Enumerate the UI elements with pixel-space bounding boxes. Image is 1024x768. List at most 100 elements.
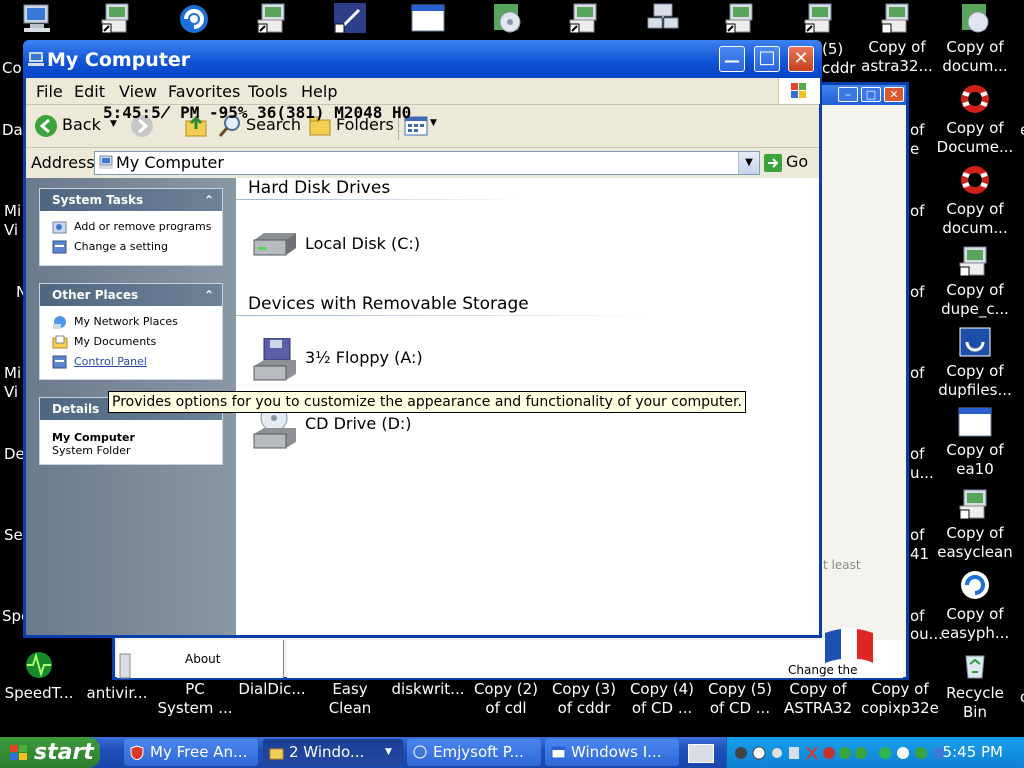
maximize-button[interactable]: □ — [754, 46, 780, 72]
shortcut-icon[interactable] — [803, 2, 837, 38]
desktop-icon[interactable]: antivir... — [80, 650, 154, 703]
group-divider — [236, 315, 656, 316]
chevron-down-icon: ▼ — [430, 118, 437, 128]
window-title: My Computer — [47, 49, 191, 71]
desktop-icon-label: DialDic... — [238, 680, 306, 698]
system-tasks-header[interactable]: System Tasks ⌃ — [40, 189, 222, 211]
taskbar-button[interactable]: 2 Windo... ▼ — [263, 739, 403, 766]
desktop-fragment-label: of — [910, 364, 925, 382]
refresh-app-icon — [961, 571, 989, 599]
taskbar-button-label: My Free An... — [150, 743, 248, 761]
desktop-icon[interactable]: Copy (3) of cddr — [545, 680, 623, 718]
desktop-icon-label: Copy (2) of cdl — [473, 680, 539, 717]
my-network-places-link[interactable]: My Network Places — [40, 312, 222, 332]
desktop-icon[interactable]: diskwrit... — [389, 680, 467, 699]
taskbar-button[interactable]: Emjysoft P... — [407, 739, 541, 766]
desktop-icon[interactable]: Copy of copixp32e — [857, 680, 943, 718]
desktop-icon[interactable]: Copy of docum... — [936, 164, 1014, 238]
address-label: Address — [31, 153, 95, 172]
desktop-fragment-label: Co — [2, 59, 22, 77]
group-divider — [236, 199, 526, 200]
desktop-icon[interactable]: Copy of easyclean — [936, 488, 1014, 562]
window-icon[interactable] — [411, 4, 445, 36]
refresh-app-icon[interactable] — [176, 2, 212, 40]
desktop-icon[interactable]: Copy (5) of CD ... — [701, 680, 779, 718]
app-icon — [959, 327, 991, 357]
collapse-chevron-icon[interactable]: ⌃ — [204, 284, 214, 306]
go-label: Go — [786, 152, 809, 171]
menu-view[interactable]: View — [119, 82, 157, 101]
collapse-chevron-icon[interactable]: ⌃ — [204, 189, 214, 211]
address-dropdown-button[interactable]: ▼ — [738, 152, 759, 174]
desktop-icon[interactable]: Copy of docum... — [936, 2, 1014, 76]
desktop-icon-label: Copy of ea10 — [946, 441, 1004, 478]
menu-favorites[interactable]: Favorites — [168, 82, 240, 101]
go-arrow-icon — [764, 154, 782, 172]
menu-help[interactable]: Help — [301, 82, 337, 101]
menu-file[interactable]: File — [36, 82, 63, 101]
menu-edit[interactable]: Edit — [74, 82, 105, 101]
desktop-icon-label: Copy of docum... — [942, 38, 1008, 75]
window-titlebar[interactable]: My Computer — □ ✕ — [23, 40, 822, 78]
control-panel-icon — [52, 355, 67, 369]
tray-icons[interactable] — [733, 744, 873, 762]
shortcut-icon[interactable] — [568, 2, 602, 38]
desktop-icon[interactable]: DialDic... — [233, 680, 311, 699]
desktop-fragment-label: of — [910, 283, 925, 301]
other-places-header[interactable]: Other Places ⌃ — [40, 284, 222, 306]
add-remove-programs-link[interactable]: Add or remove programs — [40, 217, 222, 237]
desktop-icon[interactable]: SpeedT... — [2, 650, 76, 703]
minimize-button[interactable]: — — [719, 46, 745, 72]
shortcut-icon[interactable] — [724, 2, 758, 38]
cd-app-icon[interactable] — [490, 2, 524, 38]
keyboard-icon[interactable] — [688, 744, 714, 763]
back-arrow-icon — [35, 115, 57, 137]
cd-app-icon — [962, 4, 989, 33]
desktop-fragment-label: e — [1020, 121, 1024, 139]
desktop-icon[interactable]: Easy Clean — [311, 680, 389, 718]
desktop-icon[interactable]: Recycle Bin — [936, 650, 1014, 722]
desktop-icon[interactable]: Copy (4) of CD ... — [623, 680, 701, 718]
my-computer-window[interactable]: My Computer — □ ✕ File Edit View Favorit… — [23, 40, 822, 638]
desktop-icon-label: Copy of dupe_c... — [941, 281, 1009, 318]
desktop-icon[interactable]: Copy of dupfiles... — [936, 326, 1014, 400]
control-panel-icon — [52, 240, 67, 254]
desktop-icon[interactable]: Copy of astra32... — [858, 2, 936, 76]
taskbar-button[interactable]: My Free An... — [124, 739, 258, 766]
computer-icon — [99, 155, 113, 169]
group-header-hard-disk: Hard Disk Drives — [248, 178, 391, 198]
shortcut-icon[interactable] — [100, 2, 134, 38]
close-button[interactable]: ✕ — [884, 87, 904, 102]
desktop-icon[interactable]: Copy of ASTRA32 — [779, 680, 857, 718]
control-panel-link[interactable]: Control Panel — [40, 352, 222, 372]
desktop-fragment-label: De — [4, 445, 25, 463]
my-documents-link[interactable]: My Documents — [40, 332, 222, 352]
maximize-button[interactable]: □ — [861, 87, 881, 102]
desktop-icon[interactable]: PC System ... — [156, 680, 234, 718]
desktop-icon[interactable]: Copy of Docume... — [936, 83, 1014, 157]
windows-logo — [778, 78, 820, 104]
change-setting-link[interactable]: Change a setting — [40, 237, 222, 257]
close-button[interactable]: ✕ — [788, 46, 814, 72]
system-tasks-title: System Tasks — [52, 193, 144, 207]
network-app-icon[interactable] — [646, 2, 680, 38]
address-input[interactable]: My Computer ▼ — [94, 151, 760, 175]
details-type: System Folder — [52, 444, 131, 457]
computer-icon[interactable] — [20, 2, 54, 38]
desktop-icon[interactable]: Copy of ea10 — [936, 407, 1014, 479]
desktop-fragment-label: of — [910, 202, 925, 220]
desktop-icon[interactable]: Copy (2) of cdl — [467, 680, 545, 718]
local-disk-label: Local Disk (C:) — [305, 234, 421, 253]
desktop-icon[interactable]: Copy of easyph... — [936, 569, 1014, 643]
minimize-button[interactable]: – — [838, 87, 858, 102]
shield-icon — [130, 745, 144, 760]
desktop-icon[interactable]: Copy of dupe_c... — [936, 245, 1014, 319]
pen-app-icon[interactable] — [333, 2, 367, 38]
clock: 5:45 PM — [942, 743, 1003, 761]
shortcut-icon[interactable] — [256, 2, 290, 38]
about-label: About — [185, 652, 221, 666]
start-button[interactable]: start — [0, 737, 100, 768]
taskbar-button[interactable]: Windows I... — [545, 739, 679, 766]
menu-tools[interactable]: Tools — [248, 82, 287, 101]
desktop-icon-label: Copy (3) of cddr — [551, 680, 617, 717]
